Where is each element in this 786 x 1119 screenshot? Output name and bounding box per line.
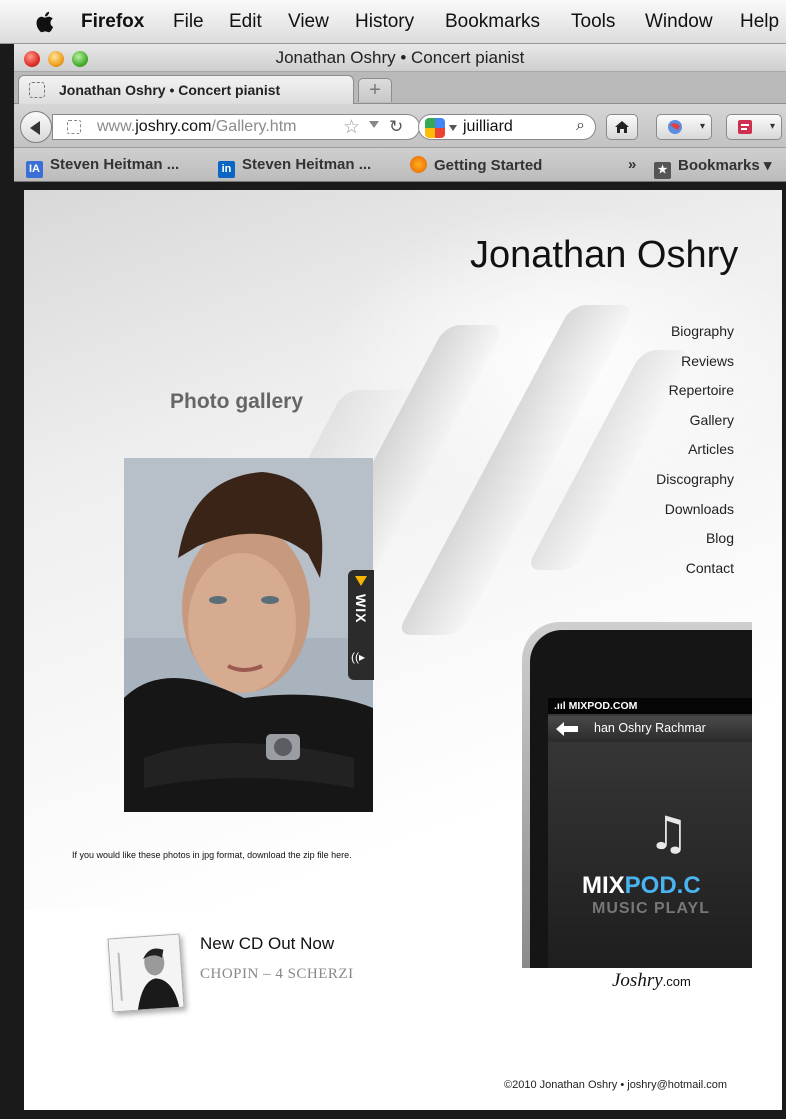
menu-edit[interactable]: Edit: [229, 11, 262, 33]
apple-menu-icon[interactable]: [35, 10, 57, 34]
menu-window[interactable]: Window: [645, 11, 713, 33]
site-identity-icon[interactable]: [67, 120, 81, 134]
url-history-dropdown-icon[interactable]: [369, 121, 379, 128]
mac-menu-bar: Firefox File Edit View History Bookmarks…: [0, 0, 786, 44]
reload-icon[interactable]: ↻: [389, 117, 403, 137]
wix-marker-icon: [355, 576, 367, 586]
bookmark-item[interactable]: IA Steven Heitman ...: [26, 156, 179, 178]
addon-button-2[interactable]: ▾: [726, 114, 782, 140]
nav-reviews[interactable]: Reviews: [656, 353, 734, 383]
bookmarks-menu-button[interactable]: ★ Bookmarks ▾: [654, 156, 771, 179]
player-track-title: han Oshry Rachmar: [594, 721, 706, 735]
nav-articles[interactable]: Articles: [656, 441, 734, 471]
bookmark-item[interactable]: in Steven Heitman ...: [218, 156, 371, 178]
search-bar[interactable]: juilliard ⌕: [418, 114, 596, 140]
page-favicon-icon: [29, 82, 45, 98]
nav-repertoire[interactable]: Repertoire: [656, 382, 734, 412]
url-bar[interactable]: www.joshry.com/Gallery.htm ☆ ↻: [52, 114, 420, 140]
nav-downloads[interactable]: Downloads: [656, 501, 734, 531]
site-navigation: Biography Reviews Repertoire Gallery Art…: [656, 323, 734, 589]
cd-title[interactable]: New CD Out Now: [200, 934, 334, 954]
mixpod-logo: MIXPOD.C: [582, 872, 701, 899]
addon-dropdown-icon[interactable]: ▾: [770, 115, 775, 139]
addon-button-1[interactable]: ▾: [656, 114, 712, 140]
gallery-photo-image: [124, 458, 373, 812]
wix-badge[interactable]: WIX ((▸: [348, 570, 374, 680]
cd-cover-image[interactable]: [107, 933, 185, 1013]
new-tab-button[interactable]: +: [358, 78, 392, 102]
bookmarks-toolbar: IA Steven Heitman ... in Steven Heitman ..…: [14, 148, 786, 182]
nav-discography[interactable]: Discography: [656, 471, 734, 501]
wix-label: WIX: [353, 594, 369, 624]
nav-contact[interactable]: Contact: [656, 560, 734, 590]
tab-title: Jonathan Oshry • Concert pianist: [59, 82, 281, 98]
player-track-bar: han Oshry Rachmar: [548, 716, 752, 742]
gallery-caption[interactable]: If you would like these photos in jpg fo…: [72, 850, 352, 860]
gallery-photo[interactable]: [124, 458, 373, 812]
player-status-bar: .ııl MIXPOD.COM: [548, 698, 752, 714]
window-title: Jonathan Oshry • Concert pianist: [275, 48, 525, 67]
search-magnifier-icon[interactable]: ⌕: [576, 117, 585, 135]
tab-active[interactable]: Jonathan Oshry • Concert pianist: [18, 75, 354, 104]
addon-note-icon: [738, 120, 752, 134]
cd-cover-art: [108, 934, 185, 1013]
back-arrow-icon: [30, 121, 40, 135]
url-text[interactable]: www.joshry.com/Gallery.htm: [97, 118, 296, 136]
menu-history[interactable]: History: [355, 11, 414, 33]
bookmarks-overflow-chevron[interactable]: »: [628, 156, 636, 173]
home-icon: [615, 121, 629, 133]
menu-view[interactable]: View: [288, 11, 329, 33]
nav-blog[interactable]: Blog: [656, 530, 734, 560]
firefox-icon: [410, 156, 427, 173]
sound-icon[interactable]: ((▸: [351, 650, 365, 664]
section-heading: Photo gallery: [170, 390, 304, 413]
home-button[interactable]: [606, 114, 638, 140]
search-query-text[interactable]: juilliard: [463, 118, 513, 136]
search-engine-dropdown-icon[interactable]: [449, 125, 457, 131]
menu-help[interactable]: Help: [740, 11, 779, 33]
window-title-bar: Jonathan Oshry • Concert pianist: [14, 44, 786, 72]
nav-gallery[interactable]: Gallery: [656, 412, 734, 442]
menu-firefox[interactable]: Firefox: [81, 11, 144, 33]
back-button[interactable]: [20, 111, 52, 143]
player-screen[interactable]: .ııl MIXPOD.COM han Oshry Rachmar ♫ MIXP…: [548, 698, 752, 968]
page-footer: ©2010 Jonathan Oshry • joshry@hotmail.co…: [504, 1079, 728, 1091]
navigation-toolbar: www.joshry.com/Gallery.htm ☆ ↻ juilliard…: [14, 104, 786, 148]
cd-subtitle: CHOPIN – 4 SCHERZI: [200, 966, 354, 982]
linkedin-icon: in: [218, 161, 235, 178]
music-note-icon: ♫: [648, 806, 690, 860]
nav-biography[interactable]: Biography: [656, 323, 734, 353]
player-back-arrow-icon[interactable]: [556, 722, 578, 736]
menu-file[interactable]: File: [173, 11, 204, 33]
tab-strip: Jonathan Oshry • Concert pianist +: [14, 72, 786, 104]
bookmark-item[interactable]: Getting Started: [410, 156, 542, 174]
menu-tools[interactable]: Tools: [571, 11, 615, 33]
signature-logo: Joshry.com: [612, 970, 691, 991]
mixpod-player-widget[interactable]: .ııl MIXPOD.COM han Oshry Rachmar ♫ MIXP…: [522, 622, 752, 968]
ia-icon: IA: [26, 161, 43, 178]
bookmarks-star-icon: ★: [654, 162, 671, 179]
addon-globe-icon: [668, 120, 682, 134]
page-viewport: Jonathan Oshry Photo gallery Biography R…: [24, 190, 782, 1110]
bookmark-star-icon[interactable]: ☆: [343, 116, 360, 139]
google-search-engine-icon[interactable]: [425, 118, 445, 138]
menu-bookmarks[interactable]: Bookmarks: [445, 11, 540, 33]
player-tagline: MUSIC PLAYL: [592, 900, 710, 917]
site-title: Jonathan Oshry: [470, 234, 739, 276]
addon-dropdown-icon[interactable]: ▾: [700, 115, 705, 139]
